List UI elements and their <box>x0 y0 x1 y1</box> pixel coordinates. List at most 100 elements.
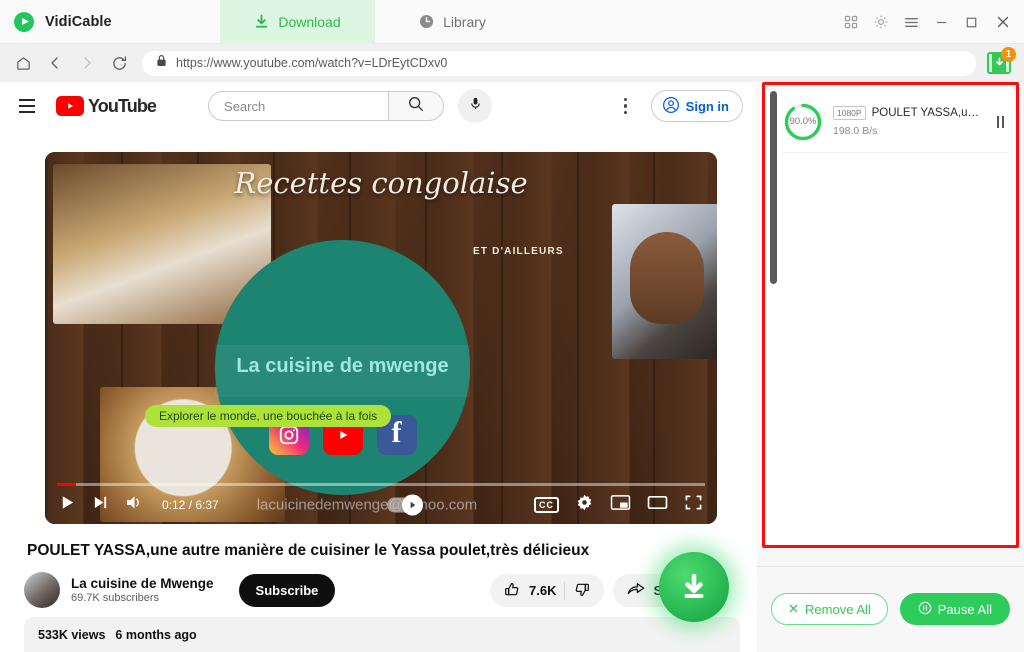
download-list-scrollbar[interactable] <box>770 91 777 284</box>
title-bar: VidiCable Download Library <box>0 0 1024 44</box>
player-controls: 0:12 / 6:37 lacuicinedemwenge@yahoo.com … <box>45 486 717 524</box>
like-dislike-group: 7.6K <box>490 574 605 607</box>
vidicable-play-logo <box>12 9 36 34</box>
app-window: VidiCable Download Library https://www.y… <box>0 0 1024 652</box>
download-count-badge: 1 <box>1001 47 1016 62</box>
downloads-button[interactable]: 1 <box>984 47 1016 78</box>
youtube-search: Search <box>208 89 493 123</box>
download-item[interactable]: 90.0% 1080P POULET YASSA,u… 198.0 B/s <box>783 91 1008 153</box>
microphone-icon <box>468 96 483 116</box>
video-player[interactable]: Recettes congolaise ET D'AILLEURS La cui… <box>45 152 717 524</box>
download-item-name: POULET YASSA,u… <box>871 107 979 119</box>
tab-library[interactable]: Library <box>375 0 530 44</box>
video-meta-box[interactable]: 533K views 6 months ago <box>24 617 740 652</box>
close-x-icon <box>788 602 799 617</box>
download-list: 90.0% 1080P POULET YASSA,u… 198.0 B/s <box>762 82 1019 548</box>
pause-all-label: Pause All <box>937 601 992 617</box>
lock-icon <box>156 54 167 72</box>
gear-icon[interactable] <box>866 0 896 44</box>
youtube-logo[interactable]: YouTube <box>56 95 157 117</box>
thumbs-down-icon[interactable] <box>573 581 590 601</box>
download-panel-footer: Remove All Pause All <box>757 566 1024 652</box>
video-title: POULET YASSA,une autre manière de cuisin… <box>27 542 590 559</box>
video-overlay-tagline: Explorer le monde, une bouchée à la fois <box>145 405 392 427</box>
download-speed: 198.0 B/s <box>833 125 878 137</box>
maximize-icon[interactable] <box>956 0 986 44</box>
share-icon <box>627 581 645 600</box>
apps-grid-icon[interactable] <box>836 0 866 44</box>
url-field[interactable]: https://www.youtube.com/watch?v=LDrEytCD… <box>142 50 976 76</box>
miniplayer-icon[interactable] <box>610 494 631 516</box>
reload-icon[interactable] <box>104 48 134 78</box>
tab-library-label: Library <box>443 13 486 30</box>
youtube-header: YouTube Search Sign in <box>0 82 757 130</box>
more-options-icon[interactable] <box>613 91 639 121</box>
clock-icon <box>419 14 434 29</box>
channel-name[interactable]: La cuisine de Mwenge <box>71 576 214 593</box>
window-controls <box>836 0 1020 44</box>
volume-icon[interactable] <box>125 494 144 516</box>
tab-download-label: Download <box>278 13 341 30</box>
video-overlay-channel: La cuisine de mwenge <box>236 355 449 377</box>
download-panel: 90.0% 1080P POULET YASSA,u… 198.0 B/s Re… <box>757 82 1024 652</box>
youtube-play-icon <box>56 96 84 116</box>
browser-toolbar: https://www.youtube.com/watch?v=LDrEytCD… <box>0 44 1024 82</box>
account-avatar-icon <box>662 96 680 117</box>
autoplay-toggle[interactable] <box>386 494 423 516</box>
download-item-info: 1080P POULET YASSA,u… 198.0 B/s <box>833 106 987 137</box>
home-icon[interactable] <box>8 48 38 78</box>
settings-gear-icon[interactable] <box>575 493 594 517</box>
video-overlay-circle: La cuisine de mwenge f <box>215 240 470 495</box>
search-placeholder: Search <box>224 98 266 114</box>
theater-icon[interactable] <box>647 494 668 516</box>
minimize-icon[interactable] <box>926 0 956 44</box>
play-icon[interactable] <box>59 494 76 516</box>
url-text: https://www.youtube.com/watch?v=LDrEytCD… <box>176 56 448 70</box>
channel-info: La cuisine de Mwenge 69.7K subscribers <box>71 576 214 605</box>
download-icon <box>254 14 269 29</box>
next-icon[interactable] <box>92 494 109 516</box>
app-name: VidiCable <box>45 13 112 30</box>
channel-subscribers: 69.7K subscribers <box>71 592 160 605</box>
voice-search-button[interactable] <box>458 89 493 123</box>
channel-avatar[interactable] <box>24 572 60 608</box>
subscribe-button[interactable]: Subscribe <box>238 573 336 607</box>
remove-all-button[interactable]: Remove All <box>771 593 888 625</box>
sign-in-button[interactable]: Sign in <box>650 90 743 122</box>
pause-icon[interactable] <box>997 115 1008 128</box>
hamburger-menu-icon[interactable] <box>896 0 926 44</box>
video-actions: 7.6K S <box>490 574 677 607</box>
video-published: 6 months ago <box>115 628 197 642</box>
youtube-menu-icon[interactable] <box>10 89 44 123</box>
video-overlay-title: Recettes congolaise <box>234 166 528 200</box>
like-count: 7.6K <box>529 583 557 598</box>
video-watermark: lacuicinedemwenge@yahoo.com <box>256 496 478 514</box>
quality-badge: 1080P <box>833 106 866 120</box>
search-button[interactable] <box>388 91 445 121</box>
youtube-wordmark: YouTube <box>88 95 157 116</box>
action-divider <box>564 581 566 600</box>
video-photo-right <box>612 204 717 359</box>
app-brand: VidiCable <box>0 9 220 34</box>
remove-all-label: Remove All <box>805 601 871 617</box>
search-icon <box>407 95 425 118</box>
progress-ring: 90.0% <box>783 102 823 142</box>
cc-icon[interactable]: CC <box>534 497 559 513</box>
pause-all-button[interactable]: Pause All <box>899 593 1010 625</box>
video-overlay-subtitle: ET D'AILLEURS <box>473 246 564 257</box>
youtube-header-right: Sign in <box>613 90 747 122</box>
tab-download[interactable]: Download <box>220 0 375 44</box>
pause-circle-icon <box>918 601 932 618</box>
thumbs-up-icon[interactable] <box>504 581 521 601</box>
back-arrow-icon[interactable] <box>40 48 70 78</box>
channel-row: La cuisine de Mwenge 69.7K subscribers S… <box>24 572 336 608</box>
fullscreen-icon[interactable] <box>684 494 703 516</box>
floating-download-button[interactable] <box>659 552 729 622</box>
progress-percent: 90.0% <box>789 116 817 127</box>
close-icon[interactable] <box>986 0 1020 44</box>
search-input[interactable]: Search <box>208 91 389 121</box>
main-tabs: Download Library <box>220 0 530 44</box>
video-time-display: 0:12 / 6:37 <box>162 498 219 512</box>
video-views: 533K views <box>38 628 106 642</box>
forward-arrow-icon[interactable] <box>72 48 102 78</box>
